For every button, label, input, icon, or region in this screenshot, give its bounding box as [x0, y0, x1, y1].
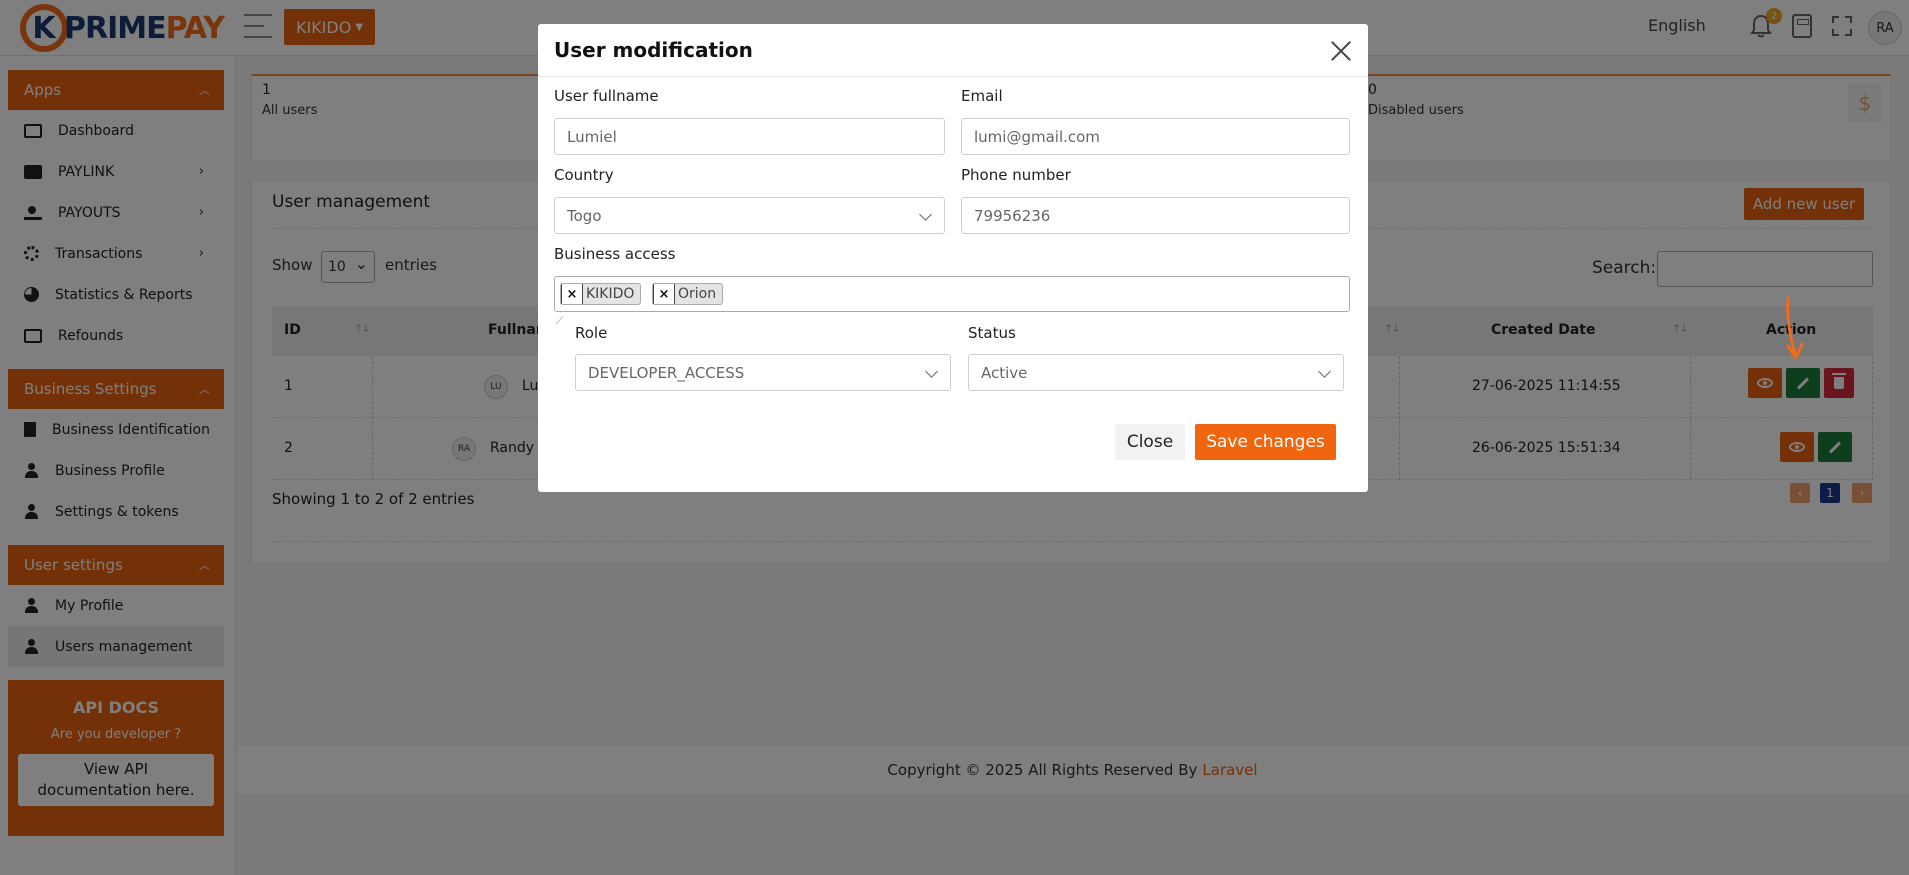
role-label: Role — [575, 324, 608, 342]
status-label: Status — [968, 324, 1016, 342]
business-tag: × KIKIDO — [560, 283, 642, 305]
resize-handle-icon[interactable]: ⟋ — [556, 316, 563, 327]
fullname-field[interactable]: Lumiel — [554, 118, 945, 155]
user-modification-modal: User modification User fullname Lumiel E… — [538, 24, 1368, 492]
close-icon[interactable] — [1330, 40, 1352, 62]
country-select[interactable]: Togo — [554, 197, 945, 234]
remove-tag-icon[interactable]: × — [653, 284, 675, 304]
business-access-multiselect[interactable]: × KIKIDO × Orion — [554, 276, 1350, 312]
business-tag: × Orion — [652, 283, 724, 305]
role-select[interactable]: DEVELOPER_ACCESS — [575, 354, 951, 391]
phone-label: Phone number — [961, 166, 1071, 184]
status-select[interactable]: Active — [968, 354, 1344, 391]
country-label: Country — [554, 166, 614, 184]
tag-label: KIKIDO — [586, 286, 635, 302]
modal-title: User modification — [554, 38, 753, 62]
close-button[interactable]: Close — [1115, 424, 1185, 460]
business-access-label: Business access — [554, 245, 676, 263]
modal-header: User modification — [538, 24, 1368, 77]
remove-tag-icon[interactable]: × — [561, 284, 583, 304]
annotation-arrow-icon — [1786, 296, 1804, 360]
phone-field[interactable]: 79956236 — [961, 197, 1350, 234]
email-field[interactable]: lumi@gmail.com — [961, 118, 1350, 155]
tag-label: Orion — [678, 286, 717, 302]
fullname-label: User fullname — [554, 87, 659, 105]
save-changes-button[interactable]: Save changes — [1195, 424, 1336, 460]
email-label: Email — [961, 87, 1003, 105]
